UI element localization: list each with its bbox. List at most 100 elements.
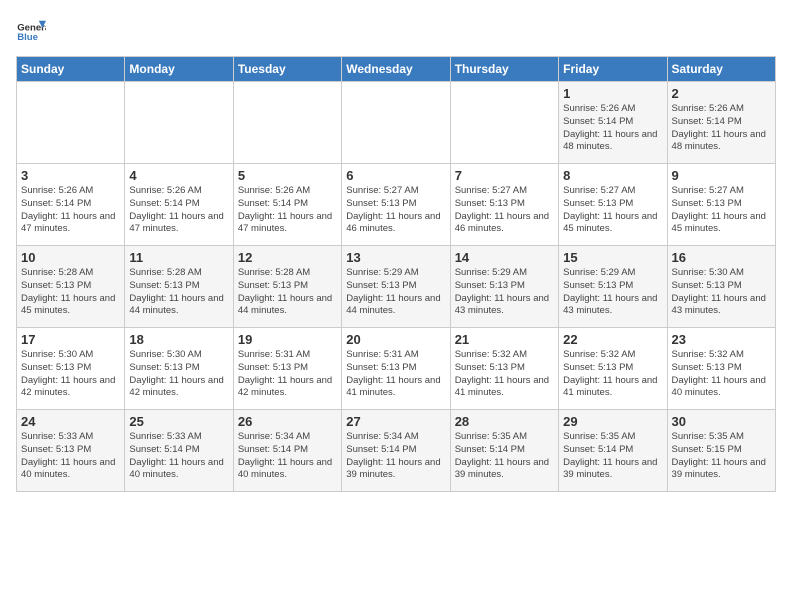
calendar-week-row: 3Sunrise: 5:26 AM Sunset: 5:14 PM Daylig…: [17, 164, 776, 246]
day-info: Sunrise: 5:28 AM Sunset: 5:13 PM Dayligh…: [21, 267, 120, 318]
calendar-day-cell: 15Sunrise: 5:29 AM Sunset: 5:13 PM Dayli…: [559, 246, 667, 328]
day-info: Sunrise: 5:35 AM Sunset: 5:14 PM Dayligh…: [563, 431, 662, 482]
calendar-day-cell: 13 Sunrise: 5:29 AM Sunset: 5:13 PM Dayli…: [342, 246, 450, 328]
calendar-day-cell: 30 Sunrise: 5:35 AM Sunset: 5:15 PM Dayli…: [667, 410, 775, 492]
day-number: 9: [672, 168, 771, 183]
calendar-day-cell: [342, 82, 450, 164]
calendar-day-cell: 28 Sunrise: 5:35 AM Sunset: 5:14 PM Dayli…: [450, 410, 558, 492]
day-info: Sunrise: 5:28 AM Sunset: 5:13 PM Dayligh…: [129, 267, 228, 318]
day-number: 28: [455, 414, 554, 429]
day-info: Sunrise: 5:33 AM Sunset: 5:13 PM Dayligh…: [21, 431, 120, 482]
day-number: 7: [455, 168, 554, 183]
day-info: Sunrise: 5:27 AM Sunset: 5:13 PM Dayligh…: [563, 185, 662, 236]
calendar-day-cell: 3Sunrise: 5:26 AM Sunset: 5:14 PM Daylig…: [17, 164, 125, 246]
calendar-day-cell: 10Sunrise: 5:28 AM Sunset: 5:13 PM Dayli…: [17, 246, 125, 328]
day-number: 23: [672, 332, 771, 347]
weekday-header-cell: Wednesday: [342, 57, 450, 82]
day-number: 30: [672, 414, 771, 429]
calendar-day-cell: 5Sunrise: 5:26 AM Sunset: 5:14 PM Daylig…: [233, 164, 341, 246]
calendar-day-cell: 8 Sunrise: 5:27 AM Sunset: 5:13 PM Daylig…: [559, 164, 667, 246]
day-info: Sunrise: 5:26 AM Sunset: 5:14 PM Dayligh…: [672, 103, 771, 154]
calendar-day-cell: 12 Sunrise: 5:28 AM Sunset: 5:13 PM Dayli…: [233, 246, 341, 328]
weekday-header-cell: Sunday: [17, 57, 125, 82]
calendar-day-cell: 27 Sunrise: 5:34 AM Sunset: 5:14 PM Dayli…: [342, 410, 450, 492]
day-number: 24: [21, 414, 120, 429]
logo-icon: General Blue: [16, 16, 46, 46]
day-info: Sunrise: 5:33 AM Sunset: 5:14 PM Dayligh…: [129, 431, 228, 482]
day-number: 17: [21, 332, 120, 347]
day-number: 29: [563, 414, 662, 429]
day-info: Sunrise: 5:30 AM Sunset: 5:13 PM Dayligh…: [672, 267, 771, 318]
weekday-header-cell: Tuesday: [233, 57, 341, 82]
calendar-day-cell: 25 Sunrise: 5:33 AM Sunset: 5:14 PM Dayli…: [125, 410, 233, 492]
day-number: 5: [238, 168, 337, 183]
calendar-day-cell: 9 Sunrise: 5:27 AM Sunset: 5:13 PM Daylig…: [667, 164, 775, 246]
calendar-day-cell: 20 Sunrise: 5:31 AM Sunset: 5:13 PM Dayli…: [342, 328, 450, 410]
calendar-week-row: 10Sunrise: 5:28 AM Sunset: 5:13 PM Dayli…: [17, 246, 776, 328]
day-number: 27: [346, 414, 445, 429]
calendar-week-row: 24 Sunrise: 5:33 AM Sunset: 5:13 PM Dayli…: [17, 410, 776, 492]
calendar-day-cell: 21Sunrise: 5:32 AM Sunset: 5:13 PM Dayli…: [450, 328, 558, 410]
weekday-header-cell: Monday: [125, 57, 233, 82]
day-number: 18: [129, 332, 228, 347]
day-info: Sunrise: 5:26 AM Sunset: 5:14 PM Dayligh…: [129, 185, 228, 236]
calendar-day-cell: 1 Sunrise: 5:26 AM Sunset: 5:14 PM Daylig…: [559, 82, 667, 164]
day-info: Sunrise: 5:34 AM Sunset: 5:14 PM Dayligh…: [238, 431, 337, 482]
calendar-day-cell: 16Sunrise: 5:30 AM Sunset: 5:13 PM Dayli…: [667, 246, 775, 328]
day-number: 20: [346, 332, 445, 347]
day-info: Sunrise: 5:30 AM Sunset: 5:13 PM Dayligh…: [129, 349, 228, 400]
weekday-header-row: SundayMondayTuesdayWednesdayThursdayFrid…: [17, 57, 776, 82]
weekday-header-cell: Friday: [559, 57, 667, 82]
day-info: Sunrise: 5:35 AM Sunset: 5:14 PM Dayligh…: [455, 431, 554, 482]
calendar-day-cell: [125, 82, 233, 164]
calendar-day-cell: 6 Sunrise: 5:27 AM Sunset: 5:13 PM Daylig…: [342, 164, 450, 246]
day-info: Sunrise: 5:28 AM Sunset: 5:13 PM Dayligh…: [238, 267, 337, 318]
day-info: Sunrise: 5:32 AM Sunset: 5:13 PM Dayligh…: [563, 349, 662, 400]
page-header: General Blue: [16, 16, 776, 46]
calendar-day-cell: 29 Sunrise: 5:35 AM Sunset: 5:14 PM Dayli…: [559, 410, 667, 492]
day-info: Sunrise: 5:29 AM Sunset: 5:13 PM Dayligh…: [346, 267, 445, 318]
calendar-day-cell: 17 Sunrise: 5:30 AM Sunset: 5:13 PM Dayli…: [17, 328, 125, 410]
weekday-header-cell: Saturday: [667, 57, 775, 82]
weekday-header-cell: Thursday: [450, 57, 558, 82]
calendar-day-cell: 26Sunrise: 5:34 AM Sunset: 5:14 PM Dayli…: [233, 410, 341, 492]
day-info: Sunrise: 5:27 AM Sunset: 5:13 PM Dayligh…: [455, 185, 554, 236]
calendar-table: SundayMondayTuesdayWednesdayThursdayFrid…: [16, 56, 776, 492]
day-info: Sunrise: 5:26 AM Sunset: 5:14 PM Dayligh…: [21, 185, 120, 236]
day-info: Sunrise: 5:29 AM Sunset: 5:13 PM Dayligh…: [455, 267, 554, 318]
calendar-day-cell: 2 Sunrise: 5:26 AM Sunset: 5:14 PM Daylig…: [667, 82, 775, 164]
day-info: Sunrise: 5:34 AM Sunset: 5:14 PM Dayligh…: [346, 431, 445, 482]
day-number: 2: [672, 86, 771, 101]
day-info: Sunrise: 5:35 AM Sunset: 5:15 PM Dayligh…: [672, 431, 771, 482]
calendar-day-cell: 18 Sunrise: 5:30 AM Sunset: 5:13 PM Dayli…: [125, 328, 233, 410]
calendar-day-cell: 11 Sunrise: 5:28 AM Sunset: 5:13 PM Dayli…: [125, 246, 233, 328]
calendar-day-cell: [17, 82, 125, 164]
day-number: 11: [129, 250, 228, 265]
day-number: 6: [346, 168, 445, 183]
day-number: 25: [129, 414, 228, 429]
calendar-body: 1 Sunrise: 5:26 AM Sunset: 5:14 PM Daylig…: [17, 82, 776, 492]
calendar-day-cell: 4 Sunrise: 5:26 AM Sunset: 5:14 PM Daylig…: [125, 164, 233, 246]
day-info: Sunrise: 5:32 AM Sunset: 5:13 PM Dayligh…: [672, 349, 771, 400]
calendar-day-cell: [450, 82, 558, 164]
day-number: 15: [563, 250, 662, 265]
calendar-day-cell: 23 Sunrise: 5:32 AM Sunset: 5:13 PM Dayli…: [667, 328, 775, 410]
day-number: 8: [563, 168, 662, 183]
calendar-day-cell: 14 Sunrise: 5:29 AM Sunset: 5:13 PM Dayli…: [450, 246, 558, 328]
day-number: 19: [238, 332, 337, 347]
day-info: Sunrise: 5:27 AM Sunset: 5:13 PM Dayligh…: [346, 185, 445, 236]
svg-text:Blue: Blue: [17, 32, 38, 43]
calendar-week-row: 1 Sunrise: 5:26 AM Sunset: 5:14 PM Daylig…: [17, 82, 776, 164]
day-info: Sunrise: 5:31 AM Sunset: 5:13 PM Dayligh…: [238, 349, 337, 400]
day-info: Sunrise: 5:31 AM Sunset: 5:13 PM Dayligh…: [346, 349, 445, 400]
day-number: 13: [346, 250, 445, 265]
day-info: Sunrise: 5:27 AM Sunset: 5:13 PM Dayligh…: [672, 185, 771, 236]
day-number: 14: [455, 250, 554, 265]
day-info: Sunrise: 5:26 AM Sunset: 5:14 PM Dayligh…: [563, 103, 662, 154]
day-number: 1: [563, 86, 662, 101]
calendar-day-cell: 19 Sunrise: 5:31 AM Sunset: 5:13 PM Dayli…: [233, 328, 341, 410]
day-number: 4: [129, 168, 228, 183]
day-info: Sunrise: 5:30 AM Sunset: 5:13 PM Dayligh…: [21, 349, 120, 400]
calendar-day-cell: [233, 82, 341, 164]
day-number: 12: [238, 250, 337, 265]
